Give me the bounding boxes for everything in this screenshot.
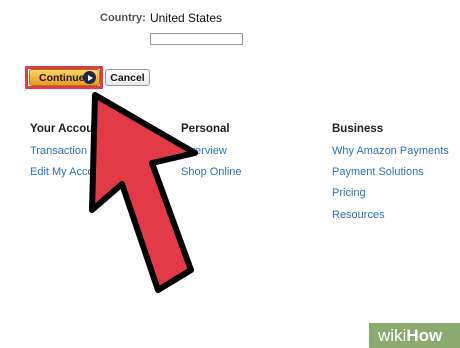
red-pointer-arrow-icon bbox=[89, 92, 198, 293]
watermark-suffix: How bbox=[406, 326, 443, 345]
watermark-prefix: wiki bbox=[378, 326, 407, 345]
wikihow-watermark: wikiHow bbox=[369, 323, 460, 348]
